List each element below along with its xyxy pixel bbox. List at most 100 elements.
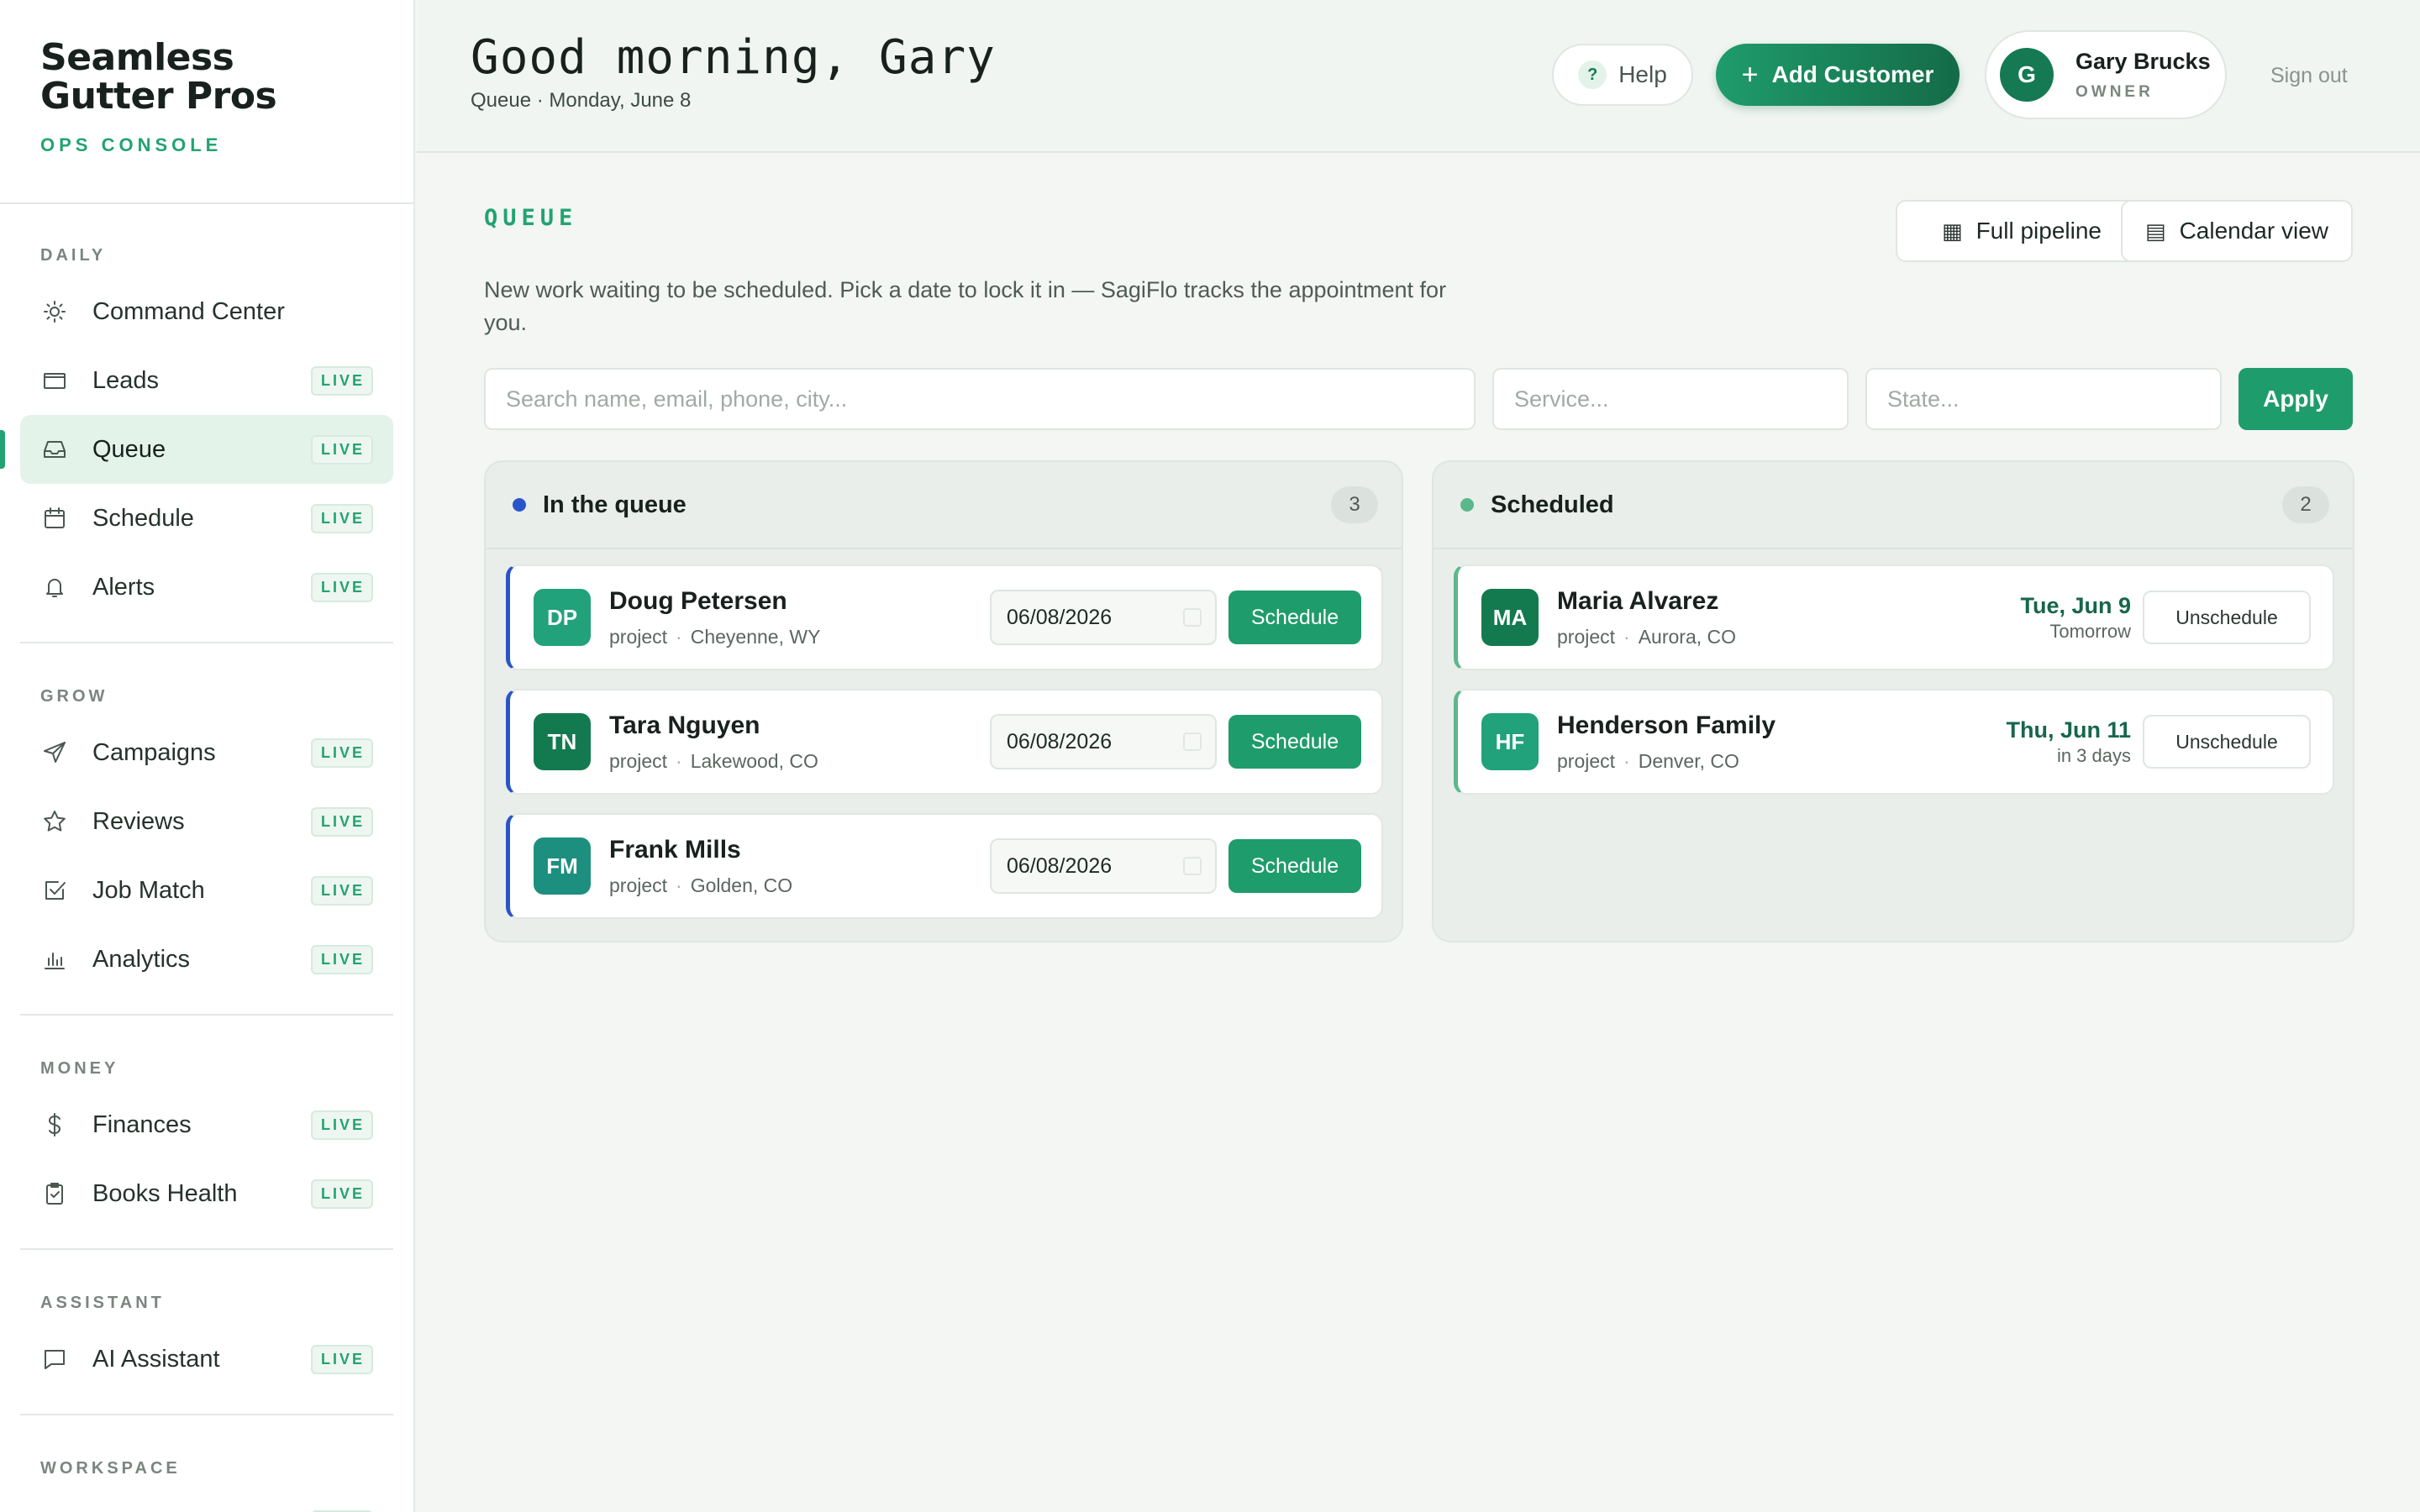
separator: ·	[676, 749, 682, 772]
sidebar-item-label: Finances	[92, 1110, 192, 1138]
live-badge: LIVE	[310, 875, 373, 906]
calendar-icon[interactable]	[1183, 732, 1202, 751]
appointment-date: Tue, Jun 9 Tomorrow	[2020, 593, 2131, 643]
greeting: Good morning, Gary	[471, 30, 996, 85]
avatar: G	[2000, 48, 2054, 102]
job-type: project	[1557, 749, 1616, 772]
help-label: Help	[1618, 61, 1667, 87]
separator: ·	[1623, 749, 1630, 772]
live-badge: LIVE	[310, 572, 373, 602]
avatar: TN	[534, 713, 591, 770]
sidebar-item-campaigns[interactable]: Campaigns LIVE	[20, 718, 393, 787]
status-dot	[513, 498, 526, 512]
sidebar: Seamless Gutter Pros OPS CONSOLE DAILY Co…	[0, 0, 415, 1512]
unschedule-button[interactable]: Unschedule	[2143, 591, 2311, 644]
apply-button[interactable]: Apply	[2238, 368, 2353, 430]
live-badge: LIVE	[310, 1344, 373, 1374]
schedule-date-input[interactable]: 06/08/2026	[990, 714, 1217, 769]
sidebar-item-label: Job Match	[92, 876, 205, 904]
sidebar-item-job-match[interactable]: Job Match LIVE	[20, 856, 393, 925]
mail-icon	[40, 366, 69, 395]
customer-name[interactable]: Tara Nguyen	[609, 711, 990, 740]
customer-meta: project · Aurora, CO	[1557, 626, 2020, 648]
star-icon	[40, 807, 69, 836]
schedule-button[interactable]: Schedule	[1228, 839, 1361, 893]
nav-section: ASSISTANT AI Assistant LIVE	[20, 1250, 393, 1415]
scheduled-card: MA Maria Alvarez project · Aurora, CO Tue,…	[1454, 564, 2334, 670]
sidebar-item-leads[interactable]: Leads LIVE	[20, 346, 393, 415]
sidebar-nav: DAILY Command Center Leads LIVE Queue LIVE Sch…	[0, 204, 413, 1512]
sidebar-item-command-center[interactable]: Command Center	[20, 277, 393, 346]
scheduled-card: HF Henderson Family project · Denver, CO T…	[1454, 689, 2334, 795]
state-filter-input[interactable]: State...	[1865, 368, 2222, 430]
sidebar-item-reviews[interactable]: Reviews LIVE	[20, 787, 393, 856]
live-badge: LIVE	[310, 1110, 373, 1140]
live-badge: LIVE	[310, 503, 373, 533]
live-badge: LIVE	[310, 1179, 373, 1209]
customer-location: Cheyenne, WY	[690, 625, 821, 648]
live-badge: LIVE	[310, 806, 373, 837]
sign-out-link[interactable]: Sign out	[2270, 64, 2348, 88]
sidebar-item-label: AI Assistant	[92, 1345, 220, 1373]
user-menu[interactable]: G Gary Brucks OWNER	[1985, 30, 2227, 119]
calendar-icon[interactable]	[1183, 857, 1202, 875]
customer-name[interactable]: Henderson Family	[1557, 711, 2006, 740]
schedule-date-input[interactable]: 06/08/2026	[990, 838, 1217, 894]
customer-location: Lakewood, CO	[690, 749, 818, 772]
inbox-icon	[40, 435, 69, 464]
service-filter-input[interactable]: Service...	[1492, 368, 1849, 430]
queue-card: TN Tara Nguyen project · Lakewood, CO 06/0…	[506, 689, 1383, 795]
nav-section: MONEY Finances LIVE Books Health LIVE	[20, 1016, 393, 1250]
avatar: HF	[1481, 713, 1539, 770]
avatar: DP	[534, 589, 591, 646]
customer-name[interactable]: Frank Mills	[609, 836, 990, 864]
queue-column: In the queue 3 DP Doug Petersen project ·…	[484, 460, 1403, 942]
sidebar-item-label: Reviews	[92, 807, 185, 835]
sidebar-item-schedule[interactable]: Schedule LIVE	[20, 484, 393, 553]
scheduled-column-header: Scheduled 2	[1434, 462, 2353, 549]
brand: Seamless Gutter Pros OPS CONSOLE	[0, 0, 413, 204]
plus-icon: +	[1741, 58, 1759, 91]
sidebar-item-label: Campaigns	[92, 738, 216, 766]
schedule-button[interactable]: Schedule	[1228, 715, 1361, 769]
bar-chart-icon	[40, 945, 69, 974]
nav-section-title: ASSISTANT	[40, 1294, 165, 1312]
sidebar-item-label: Schedule	[92, 504, 194, 532]
sidebar-item-finances[interactable]: Finances LIVE	[20, 1090, 393, 1159]
calendar-view-button[interactable]: ▤ Calendar view	[2121, 200, 2353, 262]
sidebar-item-connections[interactable]: ConnectionsLIVE	[20, 1490, 393, 1512]
sidebar-item-label: Analytics	[92, 945, 191, 973]
sidebar-item-analytics[interactable]: Analytics LIVE	[20, 925, 393, 994]
intro-text: New work waiting to be scheduled. Pick a…	[484, 277, 1447, 335]
live-badge: LIVE	[310, 738, 373, 768]
full-pipeline-label: Full pipeline	[1975, 218, 2102, 244]
sidebar-item-alerts[interactable]: Alerts LIVE	[20, 553, 393, 622]
sidebar-item-ai-assistant[interactable]: AI Assistant LIVE	[20, 1325, 393, 1394]
customer-location: Aurora, CO	[1638, 625, 1737, 648]
queue-card: DP Doug Petersen project · Cheyenne, WY 06…	[506, 564, 1383, 670]
sidebar-item-queue[interactable]: Queue LIVE	[0, 415, 393, 484]
scheduled-column-title: Scheduled	[1491, 491, 1614, 518]
queue-card: FM Frank Mills project · Golden, CO 06/08/…	[506, 813, 1383, 919]
queue-count-badge: 3	[1331, 486, 1378, 523]
sidebar-item-label: Alerts	[92, 573, 155, 601]
help-button[interactable]: ? Help	[1552, 44, 1693, 106]
customer-meta: project · Denver, CO	[1557, 750, 2006, 773]
sidebar-item-books-health[interactable]: Books Health LIVE	[20, 1159, 393, 1228]
appointment-day: Thu, Jun 11	[2006, 717, 2131, 743]
customer-name[interactable]: Doug Petersen	[609, 587, 990, 616]
unschedule-button[interactable]: Unschedule	[2143, 715, 2311, 769]
nav-section-title: WORKSPACE	[40, 1459, 181, 1478]
brand-subtitle: OPS CONSOLE	[40, 134, 223, 155]
full-pipeline-button[interactable]: ▦ Full pipeline	[1896, 200, 2148, 262]
schedule-date-input[interactable]: 06/08/2026	[990, 590, 1217, 645]
section-title: QUEUE	[484, 205, 578, 231]
appointment-relative: Tomorrow	[2049, 620, 2131, 642]
separator: ·	[676, 625, 682, 648]
customer-name[interactable]: Maria Alvarez	[1557, 587, 2020, 616]
customer-meta: project · Cheyenne, WY	[609, 626, 990, 648]
calendar-icon[interactable]	[1183, 608, 1202, 627]
schedule-button[interactable]: Schedule	[1228, 591, 1361, 644]
add-customer-button[interactable]: + Add Customer	[1716, 44, 1960, 106]
search-input[interactable]: Search name, email, phone, city...	[484, 368, 1476, 430]
